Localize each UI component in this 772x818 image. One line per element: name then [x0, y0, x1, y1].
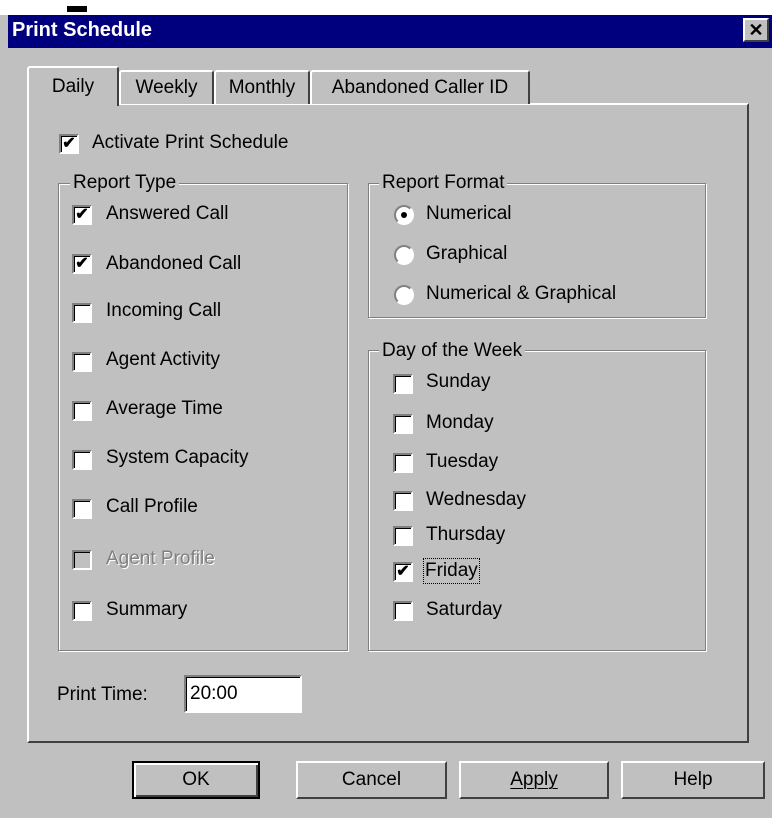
graphical-label: Graphical [426, 243, 508, 264]
thursday-checkbox[interactable] [393, 526, 413, 546]
monday-label: Monday [426, 412, 494, 433]
tuesday-checkbox[interactable] [393, 453, 413, 473]
help-button[interactable]: Help [621, 761, 765, 799]
agent-profile-checkbox [72, 550, 92, 570]
cancel-button[interactable]: Cancel [296, 761, 447, 799]
abandoned-call-label: Abandoned Call [106, 253, 242, 274]
friday-label: Friday [423, 558, 480, 584]
agent-profile-label: Agent Profile [106, 548, 215, 569]
close-icon: ✕ [748, 20, 764, 40]
call-profile-label: Call Profile [106, 496, 198, 517]
abandoned-call-checkbox[interactable]: ✔ [72, 254, 92, 274]
check-icon: ✔ [75, 255, 89, 272]
friday-checkbox[interactable]: ✔ [393, 562, 413, 582]
apply-button[interactable]: Apply [459, 761, 609, 799]
numerical-graphical-label: Numerical & Graphical [426, 283, 617, 304]
activate-print-schedule-checkbox[interactable]: ✔ [59, 134, 79, 154]
saturday-label: Saturday [426, 599, 503, 620]
check-icon: ✔ [75, 206, 89, 223]
tab-monthly[interactable]: Monthly [214, 70, 310, 104]
menu-mark [67, 6, 87, 12]
call-profile-checkbox[interactable] [72, 499, 92, 519]
print-time-label: Print Time: [57, 684, 148, 705]
tab-weekly[interactable]: Weekly [119, 70, 214, 104]
wednesday-checkbox[interactable] [393, 491, 413, 511]
wednesday-label: Wednesday [426, 489, 526, 510]
report-type-legend: Report Type [70, 173, 180, 193]
radio-dot-icon [401, 212, 407, 218]
summary-label: Summary [106, 599, 188, 620]
apply-label: Apply [510, 769, 558, 790]
incoming-call-checkbox[interactable] [72, 303, 92, 323]
day-of-week-group [368, 350, 706, 651]
window-title: Print Schedule [12, 19, 153, 41]
incoming-call-label: Incoming Call [106, 300, 222, 321]
agent-activity-checkbox[interactable] [72, 352, 92, 372]
activate-print-schedule-label: Activate Print Schedule [92, 132, 289, 153]
thursday-label: Thursday [426, 524, 506, 545]
summary-checkbox[interactable] [72, 601, 92, 621]
graphical-radio[interactable] [394, 245, 414, 265]
numerical-graphical-radio[interactable] [394, 285, 414, 305]
tab-daily[interactable]: Daily [27, 66, 119, 106]
sunday-checkbox[interactable] [393, 374, 413, 394]
tab-abandoned-caller-id[interactable]: Abandoned Caller ID [310, 70, 530, 104]
numerical-radio[interactable] [394, 205, 414, 225]
sunday-label: Sunday [426, 371, 491, 392]
top-strip [0, 0, 772, 15]
close-button[interactable]: ✕ [743, 18, 769, 42]
print-time-input[interactable] [184, 675, 302, 713]
tuesday-label: Tuesday [426, 451, 499, 472]
system-capacity-checkbox[interactable] [72, 450, 92, 470]
ok-button[interactable]: OK [132, 761, 260, 799]
check-icon: ✔ [396, 563, 410, 580]
saturday-checkbox[interactable] [393, 601, 413, 621]
average-time-checkbox[interactable] [72, 401, 92, 421]
average-time-label: Average Time [106, 398, 223, 419]
answered-call-label: Answered Call [106, 203, 229, 224]
answered-call-checkbox[interactable]: ✔ [72, 205, 92, 225]
numerical-label: Numerical [426, 203, 512, 224]
day-of-week-legend: Day of the Week [379, 341, 526, 361]
agent-activity-label: Agent Activity [106, 349, 221, 370]
system-capacity-label: System Capacity [106, 447, 249, 468]
check-icon: ✔ [62, 135, 76, 152]
report-format-legend: Report Format [379, 173, 508, 193]
monday-checkbox[interactable] [393, 414, 413, 434]
